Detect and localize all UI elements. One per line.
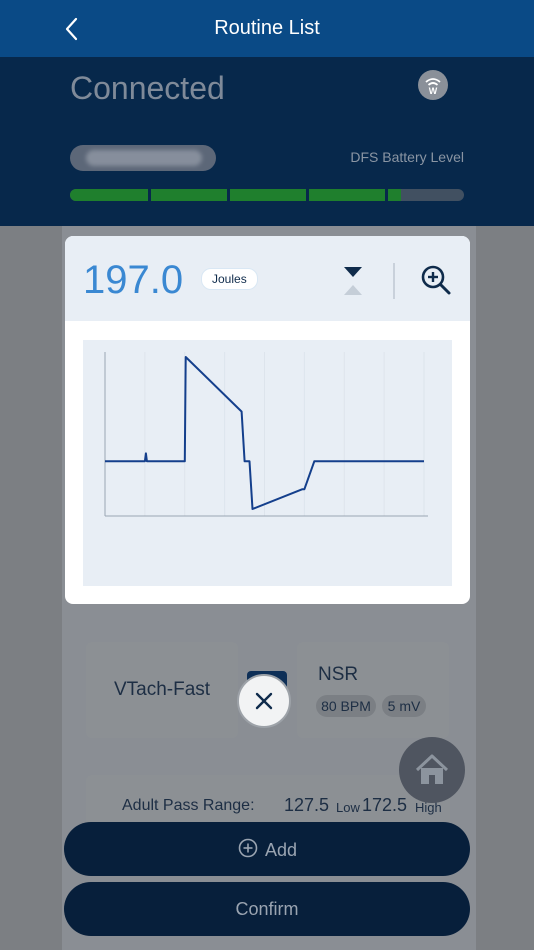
waveform-chart (104, 352, 428, 517)
close-popup-button[interactable] (237, 674, 291, 728)
battery-segment-divider (148, 189, 151, 201)
add-button-label: Add (265, 840, 298, 860)
energy-waveform-popup: 197.0 Joules (65, 236, 470, 604)
device-serial-redacted (86, 150, 202, 166)
sort-toggle-button[interactable] (341, 264, 365, 298)
battery-level-bar (70, 189, 464, 201)
zoom-in-icon (421, 265, 451, 295)
waveform-plot (83, 340, 452, 586)
confirm-button-label: Confirm (235, 899, 299, 919)
rhythm-name: NSR (318, 664, 359, 685)
page-title: Routine List (214, 17, 320, 39)
pass-range-label: Adult Pass Range: (122, 797, 255, 814)
sort-icon (344, 267, 362, 295)
pass-range-low-value: 127.5 (284, 795, 330, 815)
home-button[interactable] (399, 737, 465, 803)
battery-segment-divider (385, 189, 388, 201)
header-divider (393, 263, 395, 299)
home-icon (415, 754, 449, 784)
arrhythmia-label: VTach-Fast (113, 679, 211, 700)
rhythm-card[interactable] (297, 642, 449, 738)
rhythm-bpm-chip: 80 BPM (316, 695, 376, 717)
close-icon (255, 692, 273, 710)
rhythm-amplitude-chip: 5 mV (382, 695, 426, 717)
battery-segment-divider (227, 189, 230, 201)
battery-label: DFS Battery Level (350, 149, 464, 165)
pass-range-low-label: Low (336, 800, 360, 815)
svg-text:W: W (429, 86, 438, 96)
wireless-icon[interactable]: W (418, 70, 448, 100)
wifi-icon: W (425, 78, 441, 96)
battery-segment-divider (306, 189, 309, 201)
plus-circle-icon (238, 838, 258, 858)
battery-level-fill (70, 189, 401, 201)
energy-value: 197.0 (83, 258, 184, 302)
energy-unit-badge: Joules (201, 268, 258, 290)
zoom-in-button[interactable] (420, 264, 452, 296)
connection-status: Connected (70, 70, 225, 106)
